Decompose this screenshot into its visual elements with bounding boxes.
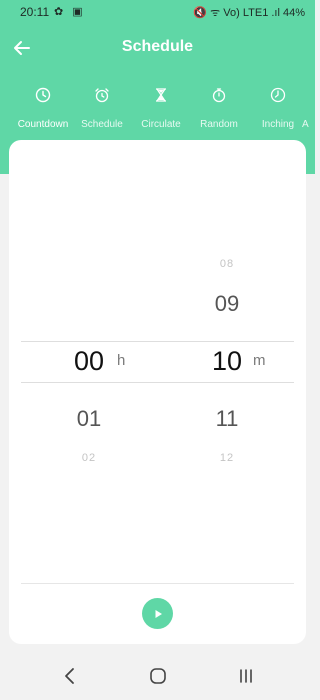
tab-countdown[interactable]: Countdown: [13, 86, 73, 130]
nav-home-icon: [150, 668, 166, 684]
tab-label: Countdown: [17, 119, 69, 130]
tab-label: A: [302, 119, 309, 130]
nav-recents-icon: [240, 669, 252, 683]
tab-overflow[interactable]: A: [302, 86, 315, 130]
play-icon: [155, 609, 162, 618]
tab-circulate[interactable]: Circulate: [131, 86, 191, 130]
hour-option[interactable]: 01: [49, 406, 129, 432]
system-nav-bar: [0, 652, 315, 700]
tab-inching[interactable]: Inching: [248, 86, 308, 130]
minute-option[interactable]: 08: [187, 258, 267, 270]
clock-icon: [35, 87, 51, 103]
tab-schedule[interactable]: Schedule: [72, 86, 132, 130]
hourglass-icon: [156, 88, 166, 102]
alarm-clock-icon: [95, 88, 109, 103]
nav-recents-button[interactable]: [234, 664, 258, 688]
timer-picker-card: 08 09 00 h 10 m 01 11 02 12: [9, 140, 306, 644]
minute-option[interactable]: 11: [187, 406, 267, 432]
tab-label: Random: [200, 119, 238, 130]
stopwatch-icon: [212, 88, 226, 103]
minute-unit: m: [253, 352, 266, 369]
selection-line-top: [21, 341, 294, 342]
hour-unit: h: [117, 352, 126, 369]
nav-back-button[interactable]: [58, 664, 82, 688]
tab-label: Inching: [261, 119, 295, 130]
clock-arc-icon: [270, 87, 286, 103]
tab-label: Schedule: [81, 119, 123, 130]
page-title: Schedule: [121, 38, 194, 55]
status-bar: 20:11 ✿ ▣ 🔇 ᯤ Vo) LTE1 .ıl 44%: [0, 0, 315, 24]
start-timer-button[interactable]: [142, 598, 173, 629]
status-time: 20:11: [20, 5, 50, 19]
nav-home-button[interactable]: [146, 664, 170, 688]
hour-option[interactable]: 02: [49, 452, 129, 464]
tab-random[interactable]: Random: [189, 86, 249, 130]
status-right-indicators: 🔇 ᯤ Vo) LTE1 .ıl 44%: [193, 7, 305, 19]
tab-label: Circulate: [141, 119, 181, 130]
app-header: Schedule: [0, 24, 315, 74]
minute-option[interactable]: 09: [187, 291, 267, 317]
status-notification-icons: ✿ ▣: [54, 6, 86, 18]
selection-line-bottom: [21, 382, 294, 383]
nav-back-icon: [65, 668, 74, 684]
action-divider: [21, 583, 294, 584]
minute-option[interactable]: 12: [187, 452, 267, 464]
